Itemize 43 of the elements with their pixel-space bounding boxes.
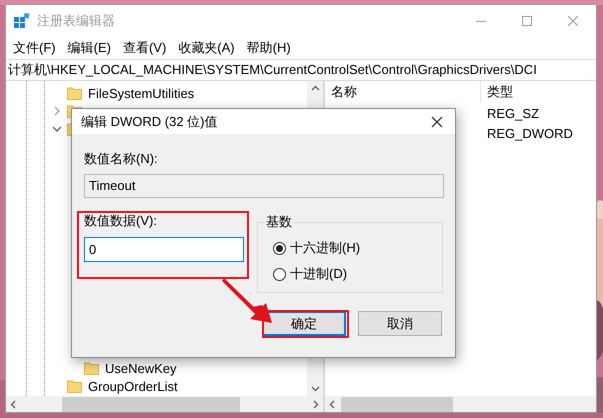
tree-item[interactable]: UseNewKey — [105, 360, 177, 376]
menu-item[interactable]: 收藏夹(A) — [172, 38, 241, 58]
value-name-field[interactable]: Timeout — [84, 174, 444, 198]
scroll-left-icon[interactable] — [329, 400, 335, 408]
folder-icon — [67, 85, 83, 101]
scroll-up-icon[interactable] — [310, 85, 320, 91]
table-cell-text: REG_DWORD — [486, 126, 573, 140]
tree-item[interactable]: GroupOrderList — [88, 378, 178, 394]
address-bar[interactable]: 计算机\HKEY_LOCAL_MACHINE\SYSTEM\CurrentControlSet\Control\GraphicsDrivers\DCI — [6, 59, 596, 81]
scroll-thumb[interactable] — [341, 396, 453, 412]
collapse-chevron-icon[interactable] — [52, 124, 62, 134]
pointer-arrow — [222, 278, 272, 323]
window-title: 注册表编辑器 — [37, 12, 116, 30]
menu-item[interactable]: 编辑(E) — [62, 38, 117, 58]
table-cell-text: REG_SZ — [486, 106, 540, 120]
scrollbar[interactable] — [325, 396, 596, 412]
maximize-icon — [522, 16, 532, 26]
close-icon — [568, 16, 578, 26]
field-label: 数值名称(N): — [84, 151, 159, 167]
scroll-left-icon[interactable] — [10, 400, 16, 408]
dialog-title: 编辑 DWORD (32 位)值 — [81, 112, 218, 130]
scroll-thumb[interactable] — [62, 396, 240, 412]
close-icon — [431, 116, 443, 128]
scroll-right-icon[interactable] — [313, 400, 319, 408]
folder-icon — [67, 378, 83, 394]
group-label: 基数 — [265, 213, 293, 231]
menu-item[interactable]: 文件(F) — [7, 38, 62, 58]
field-label: 数值数据(V): — [84, 213, 158, 229]
menu-item[interactable]: 帮助(H) — [240, 38, 297, 58]
cancel-button[interactable]: 取消 — [358, 311, 442, 336]
value-data-field[interactable]: 0 — [84, 237, 244, 262]
menu-item[interactable]: 查看(V) — [116, 38, 172, 58]
column-header[interactable]: 名称 — [325, 81, 481, 103]
scroll-down-icon[interactable] — [310, 386, 320, 392]
radio-option[interactable]: 十进制(D) — [273, 261, 348, 287]
radio-option[interactable]: 十六进制(H) — [273, 235, 360, 261]
tree-item[interactable]: FileSystemUtilities — [88, 86, 194, 100]
column-header[interactable]: 类型 — [481, 83, 513, 101]
ok-button[interactable]: 确定 — [262, 311, 346, 336]
folder-icon — [84, 360, 100, 376]
expand-chevron-icon[interactable] — [52, 106, 62, 116]
scrollbar[interactable] — [6, 396, 323, 412]
registry-icon — [14, 12, 30, 28]
